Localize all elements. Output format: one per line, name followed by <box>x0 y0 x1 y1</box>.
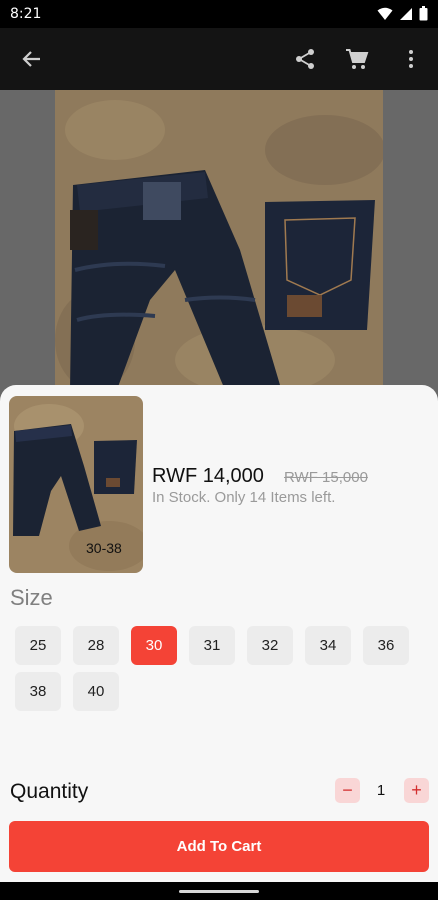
quantity-value: 1 <box>376 782 386 799</box>
size-option-28[interactable]: 28 <box>73 626 119 665</box>
signal-icon <box>399 7 413 26</box>
thumbnail-size-label: 30-38 <box>86 540 122 556</box>
product-options-sheet: 30-38 RWF 14,000 RWF 15,000 In Stock. On… <box>0 385 438 882</box>
system-nav-bar <box>0 882 438 900</box>
status-icons <box>377 6 428 26</box>
cart-icon[interactable] <box>342 44 372 74</box>
size-option-30[interactable]: 30 <box>131 626 177 665</box>
product-photo[interactable] <box>55 90 385 400</box>
product-image-area <box>0 90 438 400</box>
status-bar: 8:21 <box>0 0 438 28</box>
home-gesture-handle[interactable] <box>179 890 259 893</box>
quantity-label: Quantity <box>10 780 89 803</box>
battery-icon <box>419 6 428 26</box>
quantity-decrement-button[interactable]: − <box>335 778 360 803</box>
wifi-icon <box>377 7 393 26</box>
share-icon[interactable] <box>290 44 320 74</box>
more-vert-icon[interactable] <box>396 44 426 74</box>
status-time: 8:21 <box>10 6 42 22</box>
size-option-25[interactable]: 25 <box>15 626 61 665</box>
product-price: RWF 14,000 <box>152 465 264 487</box>
size-option-38[interactable]: 38 <box>15 672 61 711</box>
app-bar <box>0 28 438 90</box>
quantity-increment-button[interactable]: + <box>404 778 429 803</box>
size-option-34[interactable]: 34 <box>305 626 351 665</box>
stock-status: In Stock. Only 14 Items left. <box>152 489 336 506</box>
add-to-cart-button[interactable]: Add To Cart <box>9 821 429 872</box>
size-option-32[interactable]: 32 <box>247 626 293 665</box>
size-option-40[interactable]: 40 <box>73 672 119 711</box>
size-heading: Size <box>10 585 53 610</box>
product-thumbnail: 30-38 <box>9 396 143 573</box>
size-option-36[interactable]: 36 <box>363 626 409 665</box>
size-option-31[interactable]: 31 <box>189 626 235 665</box>
product-old-price: RWF 15,000 <box>284 469 368 486</box>
back-arrow-icon[interactable] <box>17 44 47 74</box>
